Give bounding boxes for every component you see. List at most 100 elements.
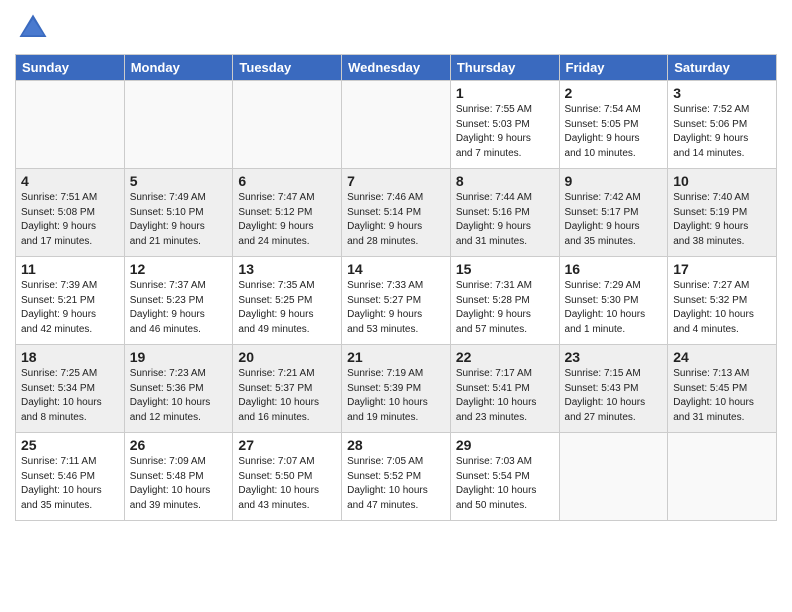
- calendar-cell: 6 Sunrise: 7:47 AM Sunset: 5:12 PM Daylig…: [233, 169, 342, 257]
- day-number: 24: [673, 349, 771, 365]
- day-info: Sunrise: 7:31 AM Sunset: 5:28 PM Dayligh…: [456, 279, 554, 337]
- calendar-cell: 28 Sunrise: 7:05 AM Sunset: 5:52 PM Dayli…: [342, 433, 451, 521]
- day-info: Sunrise: 7:03 AM Sunset: 5:54 PM Dayligh…: [456, 455, 554, 513]
- day-info: Sunrise: 7:46 AM Sunset: 5:14 PM Dayligh…: [347, 191, 445, 249]
- day-info: Sunrise: 7:51 AM Sunset: 5:08 PM Dayligh…: [21, 191, 119, 249]
- day-info: Sunrise: 7:44 AM Sunset: 5:16 PM Dayligh…: [456, 191, 554, 249]
- calendar-cell: [559, 433, 668, 521]
- calendar-cell: 26 Sunrise: 7:09 AM Sunset: 5:48 PM Dayli…: [124, 433, 233, 521]
- calendar-cell: 23Sunrise: 7:15 AM Sunset: 5:43 PM Dayli…: [559, 345, 668, 433]
- day-info: Sunrise: 7:42 AM Sunset: 5:17 PM Dayligh…: [565, 191, 663, 249]
- day-number: 11: [21, 261, 119, 277]
- calendar-cell: [233, 81, 342, 169]
- day-info: Sunrise: 7:19 AM Sunset: 5:39 PM Dayligh…: [347, 367, 445, 425]
- calendar-cell: 22 Sunrise: 7:17 AM Sunset: 5:41 PM Dayli…: [450, 345, 559, 433]
- day-info: Sunrise: 7:39 AM Sunset: 5:21 PM Dayligh…: [21, 279, 119, 337]
- calendar-cell: 4 Sunrise: 7:51 AM Sunset: 5:08 PM Daylig…: [16, 169, 125, 257]
- calendar-cell: 8 Sunrise: 7:44 AM Sunset: 5:16 PM Daylig…: [450, 169, 559, 257]
- day-info: Sunrise: 7:17 AM Sunset: 5:41 PM Dayligh…: [456, 367, 554, 425]
- col-header-monday: Monday: [124, 55, 233, 81]
- calendar-cell: 17 Sunrise: 7:27 AM Sunset: 5:32 PM Dayli…: [668, 257, 777, 345]
- day-info: Sunrise: 7:35 AM Sunset: 5:25 PM Dayligh…: [238, 279, 336, 337]
- day-number: 6: [238, 173, 336, 189]
- calendar-cell: [342, 81, 451, 169]
- day-number: 13: [238, 261, 336, 277]
- col-header-wednesday: Wednesday: [342, 55, 451, 81]
- day-info: Sunrise: 7:33 AM Sunset: 5:27 PM Dayligh…: [347, 279, 445, 337]
- day-info: Sunrise: 7:07 AM Sunset: 5:50 PM Dayligh…: [238, 455, 336, 513]
- calendar-cell: 5 Sunrise: 7:49 AM Sunset: 5:10 PM Daylig…: [124, 169, 233, 257]
- day-number: 15: [456, 261, 554, 277]
- calendar-cell: [668, 433, 777, 521]
- day-number: 17: [673, 261, 771, 277]
- day-number: 19: [130, 349, 228, 365]
- day-number: 20: [238, 349, 336, 365]
- calendar-cell: 18Sunrise: 7:25 AM Sunset: 5:34 PM Dayli…: [16, 345, 125, 433]
- day-number: 5: [130, 173, 228, 189]
- calendar-cell: 14 Sunrise: 7:33 AM Sunset: 5:27 PM Dayli…: [342, 257, 451, 345]
- calendar-cell: 7 Sunrise: 7:46 AM Sunset: 5:14 PM Daylig…: [342, 169, 451, 257]
- calendar-cell: 29 Sunrise: 7:03 AM Sunset: 5:54 PM Dayli…: [450, 433, 559, 521]
- day-number: 26: [130, 437, 228, 453]
- day-info: Sunrise: 7:21 AM Sunset: 5:37 PM Dayligh…: [238, 367, 336, 425]
- day-info: Sunrise: 7:13 AM Sunset: 5:45 PM Dayligh…: [673, 367, 771, 425]
- day-number: 14: [347, 261, 445, 277]
- day-number: 29: [456, 437, 554, 453]
- day-info: Sunrise: 7:23 AM Sunset: 5:36 PM Dayligh…: [130, 367, 228, 425]
- day-info: Sunrise: 7:27 AM Sunset: 5:32 PM Dayligh…: [673, 279, 771, 337]
- calendar-cell: 10 Sunrise: 7:40 AM Sunset: 5:19 PM Dayli…: [668, 169, 777, 257]
- calendar-cell: 24 Sunrise: 7:13 AM Sunset: 5:45 PM Dayli…: [668, 345, 777, 433]
- calendar-week-3: 11 Sunrise: 7:39 AM Sunset: 5:21 PM Dayli…: [16, 257, 777, 345]
- day-info: Sunrise: 7:37 AM Sunset: 5:23 PM Dayligh…: [130, 279, 228, 337]
- day-info: Sunrise: 7:15 AM Sunset: 5:43 PM Dayligh…: [565, 367, 663, 425]
- day-info: Sunrise: 7:49 AM Sunset: 5:10 PM Dayligh…: [130, 191, 228, 249]
- calendar-week-1: 1Sunrise: 7:55 AM Sunset: 5:03 PM Daylig…: [16, 81, 777, 169]
- day-info: Sunrise: 7:05 AM Sunset: 5:52 PM Dayligh…: [347, 455, 445, 513]
- day-info: Sunrise: 7:54 AM Sunset: 5:05 PM Dayligh…: [565, 103, 663, 161]
- col-header-sunday: Sunday: [16, 55, 125, 81]
- calendar-cell: 27 Sunrise: 7:07 AM Sunset: 5:50 PM Dayli…: [233, 433, 342, 521]
- day-number: 21: [347, 349, 445, 365]
- calendar-week-5: 25Sunrise: 7:11 AM Sunset: 5:46 PM Dayli…: [16, 433, 777, 521]
- calendar-cell: 3 Sunrise: 7:52 AM Sunset: 5:06 PM Daylig…: [668, 81, 777, 169]
- day-info: Sunrise: 7:52 AM Sunset: 5:06 PM Dayligh…: [673, 103, 771, 161]
- calendar-header-row: SundayMondayTuesdayWednesdayThursdayFrid…: [16, 55, 777, 81]
- calendar-cell: 9 Sunrise: 7:42 AM Sunset: 5:17 PM Daylig…: [559, 169, 668, 257]
- calendar-week-2: 4 Sunrise: 7:51 AM Sunset: 5:08 PM Daylig…: [16, 169, 777, 257]
- calendar-cell: 25Sunrise: 7:11 AM Sunset: 5:46 PM Dayli…: [16, 433, 125, 521]
- day-number: 4: [21, 173, 119, 189]
- calendar-cell: 11 Sunrise: 7:39 AM Sunset: 5:21 PM Dayli…: [16, 257, 125, 345]
- day-info: Sunrise: 7:09 AM Sunset: 5:48 PM Dayligh…: [130, 455, 228, 513]
- day-number: 16: [565, 261, 663, 277]
- day-number: 7: [347, 173, 445, 189]
- calendar-cell: 2 Sunrise: 7:54 AM Sunset: 5:05 PM Daylig…: [559, 81, 668, 169]
- calendar-cell: 13 Sunrise: 7:35 AM Sunset: 5:25 PM Dayli…: [233, 257, 342, 345]
- day-number: 25: [21, 437, 119, 453]
- day-info: Sunrise: 7:29 AM Sunset: 5:30 PM Dayligh…: [565, 279, 663, 337]
- calendar-cell: [16, 81, 125, 169]
- calendar-cell: 21 Sunrise: 7:19 AM Sunset: 5:39 PM Dayli…: [342, 345, 451, 433]
- day-number: 3: [673, 85, 771, 101]
- calendar-week-4: 18Sunrise: 7:25 AM Sunset: 5:34 PM Dayli…: [16, 345, 777, 433]
- calendar-cell: [124, 81, 233, 169]
- calendar-cell: 12 Sunrise: 7:37 AM Sunset: 5:23 PM Dayli…: [124, 257, 233, 345]
- calendar: SundayMondayTuesdayWednesdayThursdayFrid…: [15, 54, 777, 521]
- calendar-cell: 20 Sunrise: 7:21 AM Sunset: 5:37 PM Dayli…: [233, 345, 342, 433]
- day-number: 10: [673, 173, 771, 189]
- day-info: Sunrise: 7:47 AM Sunset: 5:12 PM Dayligh…: [238, 191, 336, 249]
- day-number: 28: [347, 437, 445, 453]
- logo: [15, 10, 55, 46]
- page-container: SundayMondayTuesdayWednesdayThursdayFrid…: [0, 0, 792, 526]
- calendar-cell: 16 Sunrise: 7:29 AM Sunset: 5:30 PM Dayli…: [559, 257, 668, 345]
- col-header-saturday: Saturday: [668, 55, 777, 81]
- day-number: 22: [456, 349, 554, 365]
- calendar-cell: 19 Sunrise: 7:23 AM Sunset: 5:36 PM Dayli…: [124, 345, 233, 433]
- day-number: 27: [238, 437, 336, 453]
- day-number: 2: [565, 85, 663, 101]
- day-number: 9: [565, 173, 663, 189]
- day-number: 12: [130, 261, 228, 277]
- day-info: Sunrise: 7:25 AM Sunset: 5:34 PM Dayligh…: [21, 367, 119, 425]
- calendar-cell: 1Sunrise: 7:55 AM Sunset: 5:03 PM Daylig…: [450, 81, 559, 169]
- day-info: Sunrise: 7:40 AM Sunset: 5:19 PM Dayligh…: [673, 191, 771, 249]
- day-number: 8: [456, 173, 554, 189]
